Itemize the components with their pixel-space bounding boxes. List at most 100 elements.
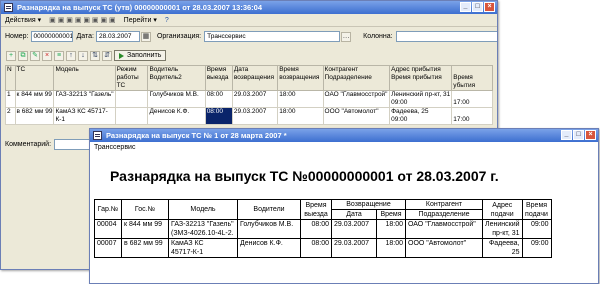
help-icon[interactable]: ? bbox=[165, 17, 169, 24]
cell-driver[interactable]: Денисов К.Ф. bbox=[147, 107, 206, 125]
rep-cell-contractor: ОАО "Главмосстрой" bbox=[405, 219, 483, 239]
table-row: 00007 в 682 мм 99 КамАЗ КС 45717-К-1 Дени… bbox=[94, 238, 552, 258]
rep-cell-dep-time: 08:00 bbox=[300, 238, 332, 258]
comment-row: Комментарий: bbox=[5, 139, 101, 150]
edit-row-icon[interactable]: ✎ bbox=[30, 50, 40, 61]
cell-contractor[interactable]: ОАО "Главмосстрой" bbox=[322, 90, 391, 108]
number-label: Номер: bbox=[5, 33, 29, 40]
number-field[interactable]: 00000000001 bbox=[30, 31, 73, 42]
table-header-row: N ТС Модель Режим работы ТС Водитель Водит… bbox=[5, 65, 493, 91]
cell-leave-time[interactable]: 17:00 bbox=[451, 107, 493, 125]
cell-ret-date[interactable]: 29.03.2007 bbox=[231, 107, 279, 125]
col-header-driver[interactable]: Водитель Водитель2 bbox=[147, 65, 206, 91]
menu-actions[interactable]: Действия ▾ bbox=[5, 16, 41, 24]
delete-row-icon[interactable]: × bbox=[42, 50, 52, 61]
sort-desc-icon[interactable]: ⇵ bbox=[102, 50, 112, 61]
rep-header-gar: Гар.№ bbox=[94, 199, 122, 220]
cell-contractor[interactable]: ООО "Автомолот" bbox=[322, 107, 391, 125]
rep-header-address: Адрес подачи bbox=[482, 199, 523, 220]
col-header-dep-time[interactable]: Время выезда bbox=[204, 65, 233, 91]
table-row[interactable]: 1 к 844 мм 99 ГАЗ-32213 "Газель" Голубчи… bbox=[5, 90, 493, 108]
rep-cell-ret-date: 29.03.2007 bbox=[331, 238, 377, 258]
rep-header-gos: Гос.№ bbox=[121, 199, 169, 220]
cell-mode[interactable] bbox=[114, 90, 149, 108]
close-icon[interactable]: × bbox=[484, 2, 495, 12]
col-header-ret-time[interactable]: Время возвращения bbox=[277, 65, 324, 91]
col-header-leave-time[interactable]: Время убытия bbox=[451, 65, 493, 91]
cell-model[interactable]: ГАЗ-32213 "Газель" bbox=[53, 90, 116, 108]
report-window-title: Разнарядка на выпуск ТС № 1 от 28 марта … bbox=[106, 131, 287, 140]
document-window-titlebar[interactable]: Разнарядка на выпуск ТС (утв) 0000000000… bbox=[1, 1, 497, 14]
select-organization-icon[interactable]: … bbox=[341, 31, 352, 42]
rep-cell-gar: 00007 bbox=[94, 238, 122, 258]
window-controls: _ □ × bbox=[460, 2, 495, 12]
document-icon bbox=[4, 3, 13, 12]
report-icon bbox=[93, 131, 102, 140]
close-icon[interactable]: × bbox=[585, 130, 596, 140]
sort-asc-icon[interactable]: ⇅ bbox=[90, 50, 100, 61]
minimize-icon[interactable]: _ bbox=[561, 130, 572, 140]
col-header-n[interactable]: N bbox=[5, 65, 16, 91]
rep-header-return: Возвращение bbox=[331, 199, 406, 210]
sort-icon[interactable]: ≡ bbox=[54, 50, 64, 61]
date-field[interactable]: 28.03.2007 bbox=[95, 31, 140, 42]
rep-cell-time: 09:00 bbox=[521, 219, 552, 239]
cell-ret-date[interactable]: 29.03.2007 bbox=[231, 90, 279, 108]
column-field[interactable] bbox=[395, 31, 497, 42]
cell-driver[interactable]: Голубчиков М.В. bbox=[147, 90, 206, 108]
rep-cell-gos: в 682 мм 99 bbox=[121, 238, 169, 258]
report-content: Трансcервис Разнарядка на выпуск ТС №000… bbox=[90, 142, 598, 283]
calendar-icon[interactable]: ▦ bbox=[140, 31, 151, 42]
play-icon bbox=[119, 52, 124, 59]
document-window-title: Разнарядка на выпуск ТС (утв) 0000000000… bbox=[17, 3, 263, 12]
col-header-ts[interactable]: ТС bbox=[14, 65, 55, 91]
cell-ts[interactable]: в 682 мм 99 bbox=[14, 107, 55, 125]
rep-header-ret-date: Дата bbox=[331, 209, 377, 220]
cell-model[interactable]: КамАЗ КС 45717-К-1 bbox=[53, 107, 116, 125]
report-organization: Трансcервис bbox=[94, 144, 136, 151]
menu-bar: Действия ▾ ▣ ▣ ▣ ▣ ▣ ▣ ▣ ▣ Перейти ▾ ? bbox=[1, 14, 497, 27]
rep-header-drivers: Водители bbox=[237, 199, 301, 220]
cell-ret-time[interactable]: 18:00 bbox=[277, 90, 324, 108]
copy-row-icon[interactable]: ⧉ bbox=[18, 50, 28, 61]
rep-cell-driver: Денисов К.Ф. bbox=[237, 238, 301, 258]
move-up-icon[interactable]: ↑ bbox=[66, 50, 76, 61]
cell-leave-time[interactable]: 17:00 bbox=[451, 90, 493, 108]
organization-label: Организация: bbox=[156, 33, 202, 40]
cell-address[interactable]: Ленинский пр-кт, 31 09:00 bbox=[389, 90, 453, 108]
maximize-icon[interactable]: □ bbox=[573, 130, 584, 140]
col-header-contractor[interactable]: Контрагент Подразделение bbox=[322, 65, 391, 91]
toolbar-icons: ▣ ▣ ▣ ▣ ▣ ▣ ▣ ▣ bbox=[49, 17, 116, 24]
cell-mode[interactable] bbox=[114, 107, 149, 125]
table-row[interactable]: 2 в 682 мм 99 КамАЗ КС 45717-К-1 Денисов… bbox=[5, 107, 493, 125]
rep-cell-driver: Голубчиков М.В. bbox=[237, 219, 301, 239]
cell-ts[interactable]: к 844 мм 99 bbox=[14, 90, 55, 108]
rep-cell-ret-time: 18:00 bbox=[376, 219, 406, 239]
move-down-icon[interactable]: ↓ bbox=[78, 50, 88, 61]
cell-address[interactable]: Фадеева, 25 09:00 bbox=[389, 107, 453, 125]
rep-cell-address: Фадеева, 25 bbox=[482, 238, 523, 258]
cell-dep-time[interactable]: 08:00 bbox=[204, 90, 233, 108]
menu-goto[interactable]: Перейти ▾ bbox=[124, 16, 157, 24]
col-header-model[interactable]: Модель bbox=[53, 65, 116, 91]
cell-n[interactable]: 1 bbox=[5, 90, 16, 108]
report-window-titlebar[interactable]: Разнарядка на выпуск ТС № 1 от 28 марта … bbox=[90, 129, 598, 142]
organization-field[interactable]: Трансcервис bbox=[204, 31, 341, 42]
rep-cell-ret-time: 18:00 bbox=[376, 238, 406, 258]
window-controls: _ □ × bbox=[561, 130, 596, 140]
col-header-mode[interactable]: Режим работы ТС bbox=[114, 65, 149, 91]
add-row-icon[interactable]: + bbox=[6, 50, 16, 61]
cell-n[interactable]: 2 bbox=[5, 107, 16, 125]
cell-dep-time-selected[interactable]: 08:00 bbox=[204, 107, 233, 125]
fill-button[interactable]: Заполнить bbox=[114, 50, 167, 61]
minimize-icon[interactable]: _ bbox=[460, 2, 471, 12]
rep-cell-model: КамАЗ КС 45717-К-1 bbox=[168, 238, 238, 258]
col-header-ret-date[interactable]: Дата возвращения bbox=[231, 65, 279, 91]
cell-ret-time[interactable]: 18:00 bbox=[277, 107, 324, 125]
comment-label: Комментарий: bbox=[5, 141, 52, 148]
col-header-address[interactable]: Адрес прибытия Время прибытия bbox=[389, 65, 453, 91]
rep-cell-dep-time: 08:00 bbox=[300, 219, 332, 239]
rep-cell-model: ГАЗ-32213 "Газель" (ЗМЗ-4026.10-4L-2. bbox=[168, 219, 238, 239]
maximize-icon[interactable]: □ bbox=[472, 2, 483, 12]
report-table: Гар.№ Гос.№ Модель Водители Время выезда… bbox=[94, 199, 552, 258]
